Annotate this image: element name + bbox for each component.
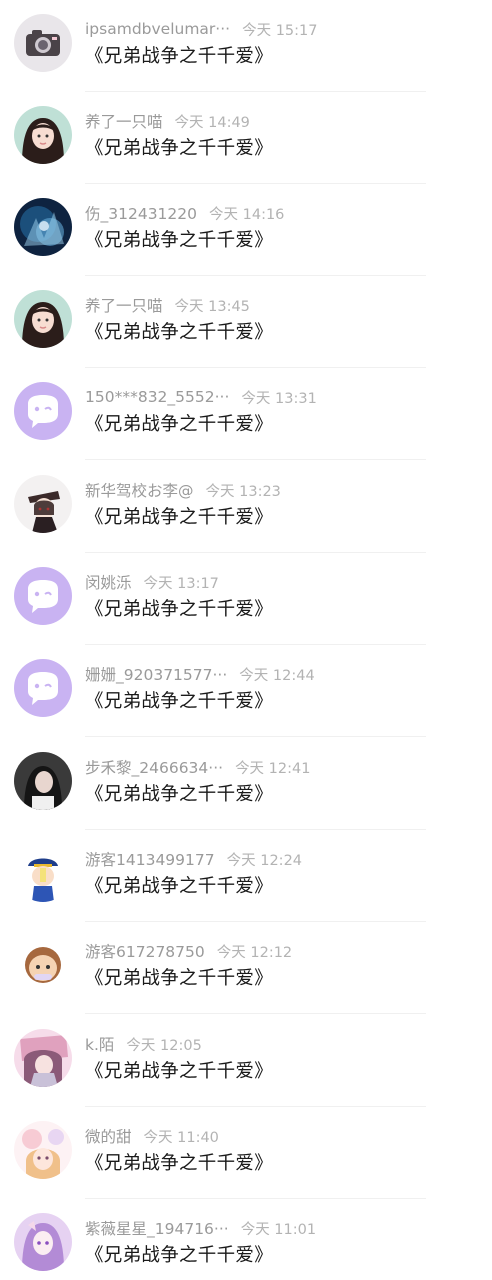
message-text: 《兄弟战争之千千爱》 xyxy=(85,968,274,989)
blue-fantasy-avatar[interactable] xyxy=(14,198,72,256)
item-meta: k.陌 今天 12:05 xyxy=(85,1033,202,1055)
user-name[interactable]: 闵姚泺 xyxy=(85,571,132,593)
user-name[interactable]: 新华驾校お李@ xyxy=(85,479,194,501)
cartoon-qing-avatar[interactable] xyxy=(14,844,72,902)
item-meta: 新华驾校お李@ 今天 13:23 xyxy=(85,479,281,501)
user-name[interactable]: 紫薇星星_194716··· xyxy=(85,1217,229,1239)
timestamp: 今天 11:01 xyxy=(240,1221,317,1238)
timestamp: 今天 12:24 xyxy=(226,852,303,869)
message-text: 《兄弟战争之千千爱》 xyxy=(85,599,274,620)
user-name[interactable]: k.陌 xyxy=(85,1033,114,1055)
timestamp: 今天 12:12 xyxy=(216,944,293,961)
item-meta: 养了一只喵 今天 14:49 xyxy=(85,110,250,132)
timestamp: 今天 15:17 xyxy=(242,22,318,39)
message-text: 《兄弟战争之千千爱》 xyxy=(85,876,274,897)
list-item[interactable]: 养了一只喵 今天 13:45 《兄弟战争之千千爱》 xyxy=(0,276,492,368)
user-name[interactable]: 养了一只喵 xyxy=(85,110,163,132)
list-item[interactable]: 游客617278750 今天 12:12 《兄弟战争之千千爱》 xyxy=(0,922,492,1014)
item-meta: 伤_312431220 今天 14:16 xyxy=(85,202,284,224)
user-name[interactable]: 伤_312431220 xyxy=(85,202,197,224)
item-meta: 游客1413499177 今天 12:24 xyxy=(85,848,302,870)
message-text: 《兄弟战争之千千爱》 xyxy=(85,138,274,159)
list-item[interactable]: 150***832_5552··· 今天 13:31 《兄弟战争之千千爱》 xyxy=(0,368,492,460)
list-item[interactable]: 步禾黎_2466634··· 今天 12:41 《兄弟战争之千千爱》 xyxy=(0,738,492,830)
timestamp: 今天 14:16 xyxy=(209,206,285,223)
divider xyxy=(85,736,426,737)
list-item[interactable]: ipsamdbvelumar··· 今天 15:17 《兄弟战争之千千爱》 xyxy=(0,0,492,92)
list-item[interactable]: 紫薇星星_194716··· 今天 11:01 《兄弟战争之千千爱》 xyxy=(0,1199,492,1280)
default-chat-avatar[interactable] xyxy=(14,382,72,440)
message-text: 《兄弟战争之千千爱》 xyxy=(85,1061,274,1082)
timestamp: 今天 12:41 xyxy=(235,760,311,777)
list-item[interactable]: 养了一只喵 今天 14:49 《兄弟战争之千千爱》 xyxy=(0,92,492,184)
timestamp: 今天 13:17 xyxy=(143,575,219,592)
divider xyxy=(85,459,426,460)
camera-avatar[interactable] xyxy=(14,14,72,72)
timestamp: 今天 13:23 xyxy=(205,483,281,500)
item-meta: 微的甜 今天 11:40 xyxy=(85,1125,219,1147)
item-meta: 紫薇星星_194716··· 今天 11:01 xyxy=(85,1217,316,1239)
default-chat-avatar[interactable] xyxy=(14,659,72,717)
timestamp: 今天 11:40 xyxy=(143,1129,219,1146)
message-text: 《兄弟战争之千千爱》 xyxy=(85,691,274,712)
item-meta: 游客617278750 今天 12:12 xyxy=(85,940,292,962)
timestamp: 今天 14:49 xyxy=(174,114,250,131)
pastel-anime-avatar[interactable] xyxy=(14,1121,72,1179)
item-meta: 姗姗_920371577··· 今天 12:44 xyxy=(85,663,315,685)
user-name[interactable]: 游客1413499177 xyxy=(85,848,215,870)
item-meta: 步禾黎_2466634··· 今天 12:41 xyxy=(85,756,310,778)
message-text: 《兄弟战争之千千爱》 xyxy=(85,507,274,528)
list-item[interactable]: k.陌 今天 12:05 《兄弟战争之千千爱》 xyxy=(0,1015,492,1107)
timestamp: 今天 13:45 xyxy=(174,298,250,315)
item-meta: 150***832_5552··· 今天 13:31 xyxy=(85,386,317,408)
message-text: 《兄弟战争之千千爱》 xyxy=(85,46,274,67)
girl-photo-avatar[interactable] xyxy=(14,290,72,348)
cartoon-face-avatar[interactable] xyxy=(14,936,72,994)
dark-photo-avatar[interactable] xyxy=(14,752,72,810)
list-item[interactable]: 游客1413499177 今天 12:24 《兄弟战争之千千爱》 xyxy=(0,830,492,922)
list-item[interactable]: 伤_312431220 今天 14:16 《兄弟战争之千千爱》 xyxy=(0,184,492,276)
list-item[interactable]: 微的甜 今天 11:40 《兄弟战争之千千爱》 xyxy=(0,1107,492,1199)
divider xyxy=(85,1013,426,1014)
message-text: 《兄弟战争之千千爱》 xyxy=(85,322,274,343)
timestamp: 今天 12:44 xyxy=(239,667,315,684)
message-text: 《兄弟战争之千千爱》 xyxy=(85,414,274,435)
pink-anime-avatar[interactable] xyxy=(14,1029,72,1087)
message-text: 《兄弟战争之千千爱》 xyxy=(85,230,274,251)
list-item[interactable]: 姗姗_920371577··· 今天 12:44 《兄弟战争之千千爱》 xyxy=(0,645,492,737)
user-name[interactable]: 养了一只喵 xyxy=(85,294,163,316)
item-meta: 闵姚泺 今天 13:17 xyxy=(85,571,219,593)
anime-character-avatar[interactable] xyxy=(14,475,72,533)
item-meta: 养了一只喵 今天 13:45 xyxy=(85,294,250,316)
message-text: 《兄弟战争之千千爱》 xyxy=(85,1153,274,1174)
comment-list: ipsamdbvelumar··· 今天 15:17 《兄弟战争之千千爱》 养了一只… xyxy=(0,0,492,1280)
timestamp: 今天 12:05 xyxy=(126,1037,202,1054)
default-chat-avatar[interactable] xyxy=(14,567,72,625)
list-item[interactable]: 新华驾校お李@ 今天 13:23 《兄弟战争之千千爱》 xyxy=(0,461,492,553)
list-item[interactable]: 闵姚泺 今天 13:17 《兄弟战争之千千爱》 xyxy=(0,553,492,645)
user-name[interactable]: 150***832_5552··· xyxy=(85,388,229,406)
girl-photo-avatar[interactable] xyxy=(14,106,72,164)
purple-anime-avatar[interactable] xyxy=(14,1213,72,1271)
user-name[interactable]: 微的甜 xyxy=(85,1125,132,1147)
user-name[interactable]: 步禾黎_2466634··· xyxy=(85,756,223,778)
item-meta: ipsamdbvelumar··· 今天 15:17 xyxy=(85,18,318,40)
timestamp: 今天 13:31 xyxy=(241,390,317,407)
message-text: 《兄弟战争之千千爱》 xyxy=(85,1245,274,1266)
user-name[interactable]: 游客617278750 xyxy=(85,940,205,962)
user-name[interactable]: ipsamdbvelumar··· xyxy=(85,20,230,38)
message-text: 《兄弟战争之千千爱》 xyxy=(85,784,274,805)
user-name[interactable]: 姗姗_920371577··· xyxy=(85,663,227,685)
